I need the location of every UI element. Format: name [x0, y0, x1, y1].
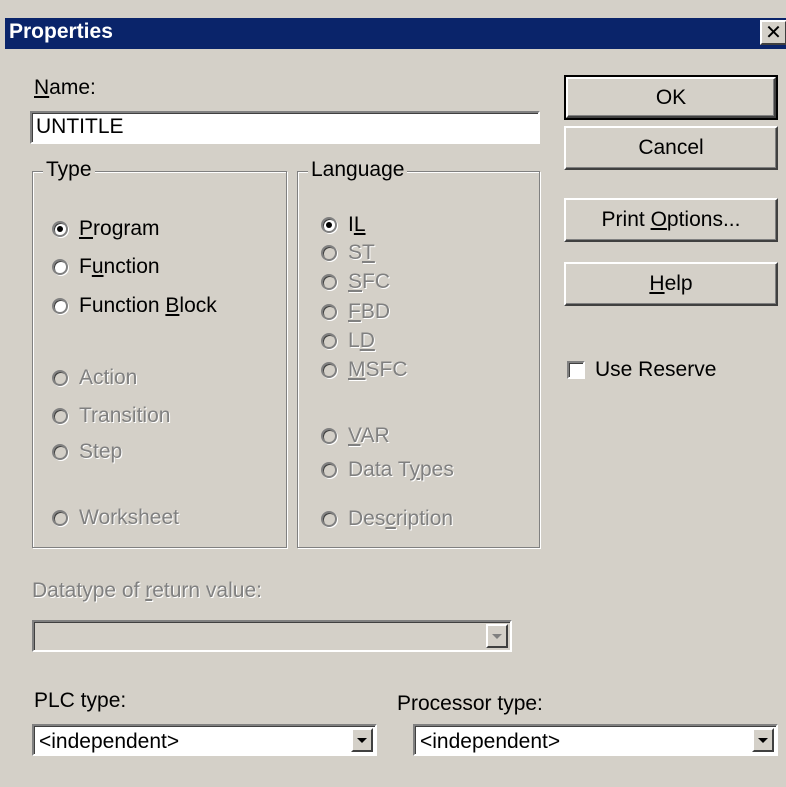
use-reserve-label: Use Reserve: [595, 358, 717, 381]
radio-icon: [321, 462, 337, 478]
properties-dialog: Properties ✕ Name: UNTITLE OK Cancel Pri…: [0, 0, 786, 787]
use-reserve-checkbox[interactable]: Use Reserve: [567, 358, 716, 382]
processor-type-label: Processor type:: [397, 692, 543, 715]
radio-sfc: SFC: [321, 270, 390, 294]
language-group-legend: Language: [308, 158, 408, 182]
radio-selected-icon[interactable]: [321, 217, 337, 233]
radio-transition: Transition: [52, 404, 170, 428]
ok-button[interactable]: OK: [564, 75, 778, 120]
radio-icon: [321, 428, 337, 444]
radio-selected-icon[interactable]: [52, 221, 68, 237]
radio-function-block-label: Function Block: [79, 294, 217, 317]
name-input-value: UNTITLE: [36, 115, 124, 138]
radio-st: ST: [321, 241, 375, 265]
processor-type-select[interactable]: <independent>: [413, 724, 778, 756]
radio-icon: [52, 510, 68, 526]
radio-icon: [321, 304, 337, 320]
radio-msfc: MSFC: [321, 358, 408, 382]
radio-icon[interactable]: [52, 259, 68, 275]
radio-program[interactable]: Program: [52, 217, 160, 241]
plc-type-select[interactable]: <independent>: [32, 724, 377, 756]
radio-icon[interactable]: [52, 298, 68, 314]
dropdown-arrow-icon[interactable]: [351, 728, 373, 752]
radio-program-label: Program: [79, 217, 160, 240]
checkbox-box[interactable]: [567, 361, 585, 379]
radio-data-types: Data Types: [321, 458, 454, 482]
radio-icon: [321, 245, 337, 261]
close-icon: ✕: [765, 21, 782, 44]
radio-il[interactable]: IL: [321, 213, 366, 237]
radio-description: Description: [321, 507, 453, 531]
radio-ld: LD: [321, 329, 375, 353]
radio-fbd: FBD: [321, 300, 390, 324]
cancel-button[interactable]: Cancel: [564, 126, 778, 170]
radio-worksheet: Worksheet: [52, 506, 179, 530]
radio-icon: [52, 370, 68, 386]
name-input[interactable]: UNTITLE: [30, 111, 540, 144]
radio-function-label: Function: [79, 255, 160, 278]
print-options-button[interactable]: Print Options...: [564, 198, 778, 242]
radio-step: Step: [52, 440, 122, 464]
return-value-label: Datatype of return value:: [32, 579, 262, 602]
radio-icon: [52, 444, 68, 460]
help-button[interactable]: Help: [564, 262, 778, 306]
dropdown-arrow-icon[interactable]: [752, 728, 774, 752]
close-button[interactable]: ✕: [760, 20, 786, 45]
radio-icon: [52, 408, 68, 424]
radio-icon: [321, 511, 337, 527]
plc-type-label: PLC type:: [34, 689, 127, 712]
type-group-legend: Type: [43, 158, 95, 182]
radio-function-block[interactable]: Function Block: [52, 294, 217, 318]
dropdown-arrow-icon: [486, 624, 508, 648]
radio-icon: [321, 362, 337, 378]
radio-icon: [321, 333, 337, 349]
dialog-title: Properties: [9, 20, 113, 43]
radio-icon: [321, 274, 337, 290]
title-bar: Properties ✕: [5, 18, 786, 49]
radio-var: VAR: [321, 424, 390, 448]
radio-action: Action: [52, 366, 137, 390]
name-label: Name:: [34, 76, 96, 99]
return-value-select: [32, 620, 512, 652]
radio-function[interactable]: Function: [52, 255, 160, 279]
